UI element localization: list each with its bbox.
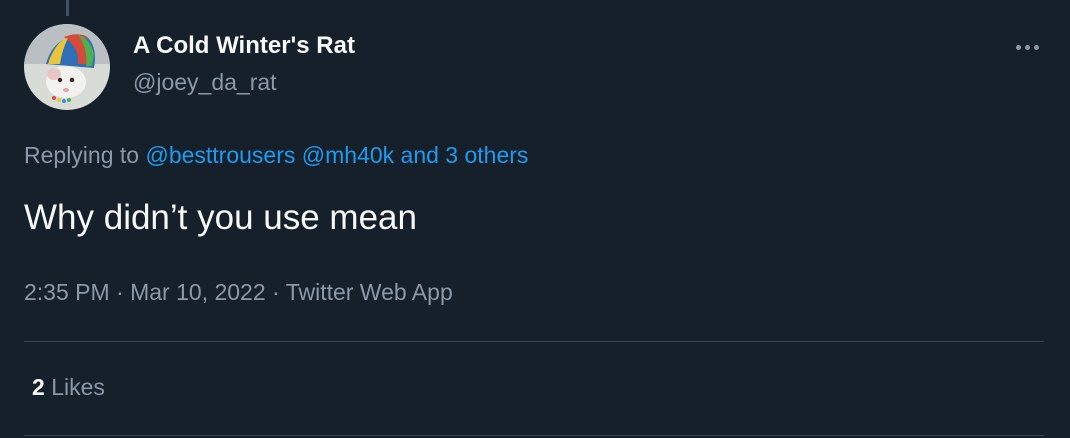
tweet-time[interactable]: 2:35 PM [24, 279, 110, 305]
likes-stat[interactable]: 2 Likes [32, 374, 105, 401]
others-link[interactable]: and 3 others [401, 142, 529, 168]
tweet-detail: A Cold Winter's Rat @joey_da_rat Replyin… [0, 0, 1070, 438]
more-dot [1033, 44, 1039, 50]
tweet-date[interactable]: Mar 10, 2022 [130, 279, 266, 305]
replying-to-line: Replying to @besttrousers @mh40k and 3 o… [24, 142, 528, 169]
more-dot [1015, 44, 1021, 50]
tweet-meta: 2:35 PM · Mar 10, 2022 · Twitter Web App [24, 279, 453, 306]
meta-separator: · [272, 279, 280, 305]
meta-separator: · [116, 279, 124, 305]
more-horizontal-icon[interactable] [1008, 32, 1046, 62]
divider [24, 435, 1044, 436]
author-handle[interactable]: @joey_da_rat [133, 69, 277, 96]
mention-link[interactable]: @mh40k [302, 142, 394, 168]
avatar[interactable] [24, 24, 110, 110]
tweet-source[interactable]: Twitter Web App [286, 279, 453, 305]
replying-to-label: Replying to [24, 142, 140, 168]
tweet-text: Why didn’t you use mean [24, 198, 417, 237]
rat-avatar-image [24, 24, 110, 110]
author-display-name[interactable]: A Cold Winter's Rat [133, 32, 355, 60]
mention-link[interactable]: @besttrousers [145, 142, 295, 168]
likes-label: Likes [51, 374, 105, 400]
divider [24, 341, 1044, 342]
thread-connector-line [66, 0, 69, 16]
more-dot [1024, 44, 1030, 50]
likes-count: 2 [32, 374, 45, 400]
